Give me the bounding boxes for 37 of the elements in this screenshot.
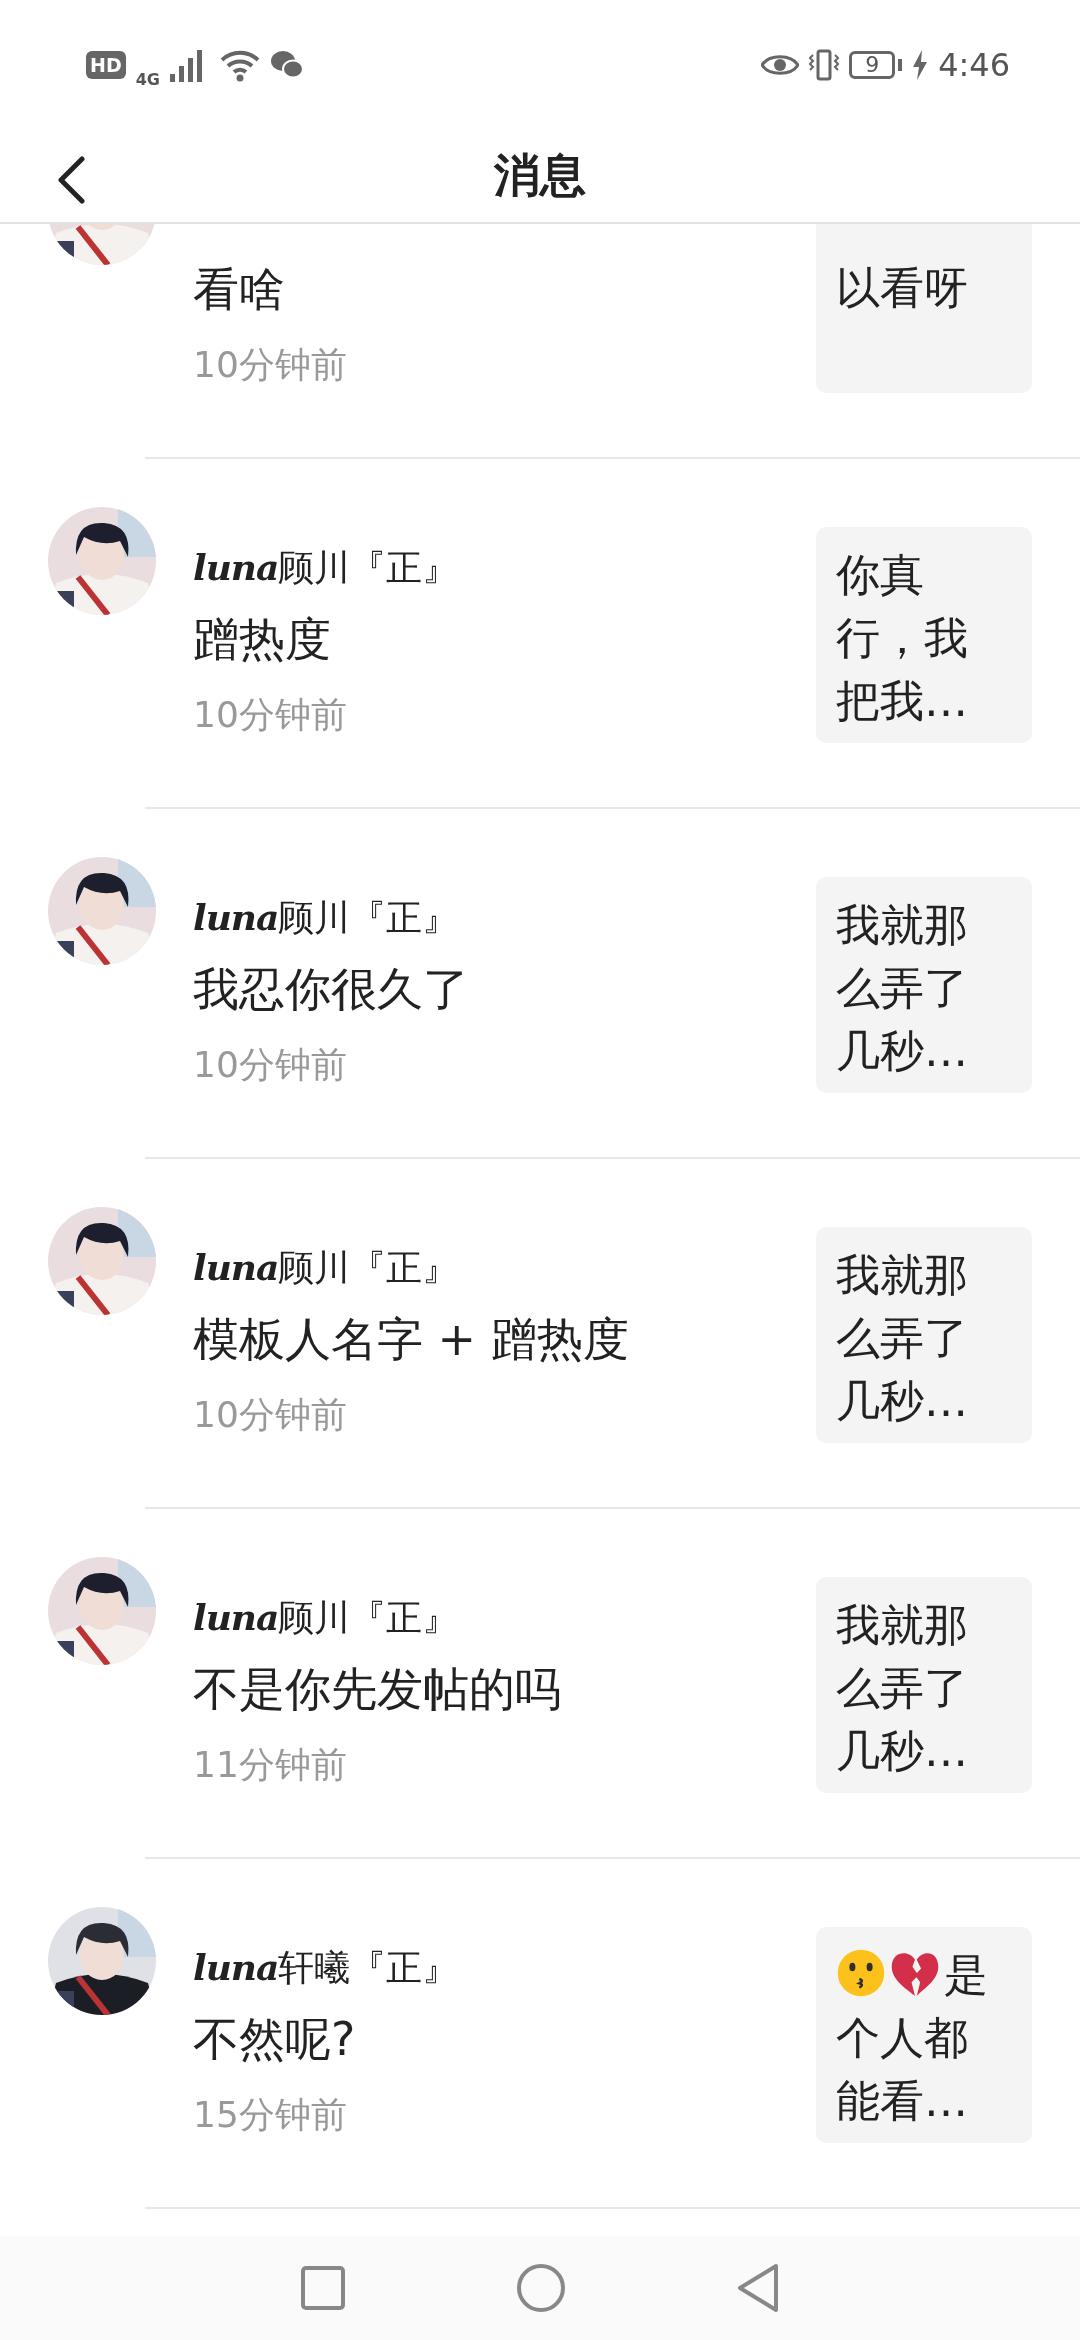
clock-time: 4:46 — [938, 46, 1010, 84]
chat-icon — [269, 50, 304, 80]
message-time: 10分钟前 — [193, 1393, 348, 1437]
sender-name: luna顾川『正』 — [193, 1595, 460, 1640]
message-text: 我忍你很久了 — [193, 961, 470, 1018]
eye-icon — [761, 52, 800, 78]
sender-name: luna轩曦『正』 — [193, 1945, 460, 1990]
network-type: 4G — [135, 69, 160, 89]
back-icon[interactable] — [56, 156, 86, 204]
page-title: 消息 — [494, 147, 586, 204]
post-preview[interactable]: 我就那么弄了几秒… — [816, 1227, 1032, 1443]
wifi-icon — [219, 48, 260, 82]
message-text: 蹭热度 — [193, 611, 332, 668]
message-text: 模板人名字 + 蹭热度 — [193, 1311, 630, 1368]
message-text: 不然呢? — [193, 2011, 357, 2068]
post-preview[interactable]: 以看呀 — [816, 224, 1032, 393]
broken-heart-icon — [890, 1951, 940, 1998]
message-text: 不是你先发帖的吗 — [193, 1661, 562, 1718]
home-icon[interactable] — [516, 2263, 566, 2313]
sender-name: luna顾川『正』 — [193, 895, 460, 940]
hd-badge: HD — [86, 51, 126, 79]
message-time: 10分钟前 — [193, 693, 348, 737]
message-time: 15分钟前 — [193, 2093, 348, 2137]
message-time: 10分钟前 — [193, 1043, 348, 1087]
recents-icon[interactable] — [300, 2265, 346, 2311]
post-preview[interactable]: 是个人都能看… — [816, 1927, 1032, 2143]
sender-name: luna顾川『正』 — [193, 1245, 460, 1290]
vibrate-icon — [809, 49, 840, 81]
message-time: 11分钟前 — [193, 1743, 348, 1787]
message-text: 看啥 — [193, 261, 286, 318]
charging-icon — [912, 50, 929, 80]
kissing-face-icon — [836, 1948, 886, 1998]
sender-name: luna顾川『正』 — [193, 545, 460, 590]
post-preview[interactable]: 我就那么弄了几秒… — [816, 877, 1032, 1093]
post-preview[interactable]: 你真行，我把我… — [816, 527, 1032, 743]
message-time: 10分钟前 — [193, 343, 348, 387]
post-preview[interactable]: 我就那么弄了几秒… — [816, 1577, 1032, 1793]
